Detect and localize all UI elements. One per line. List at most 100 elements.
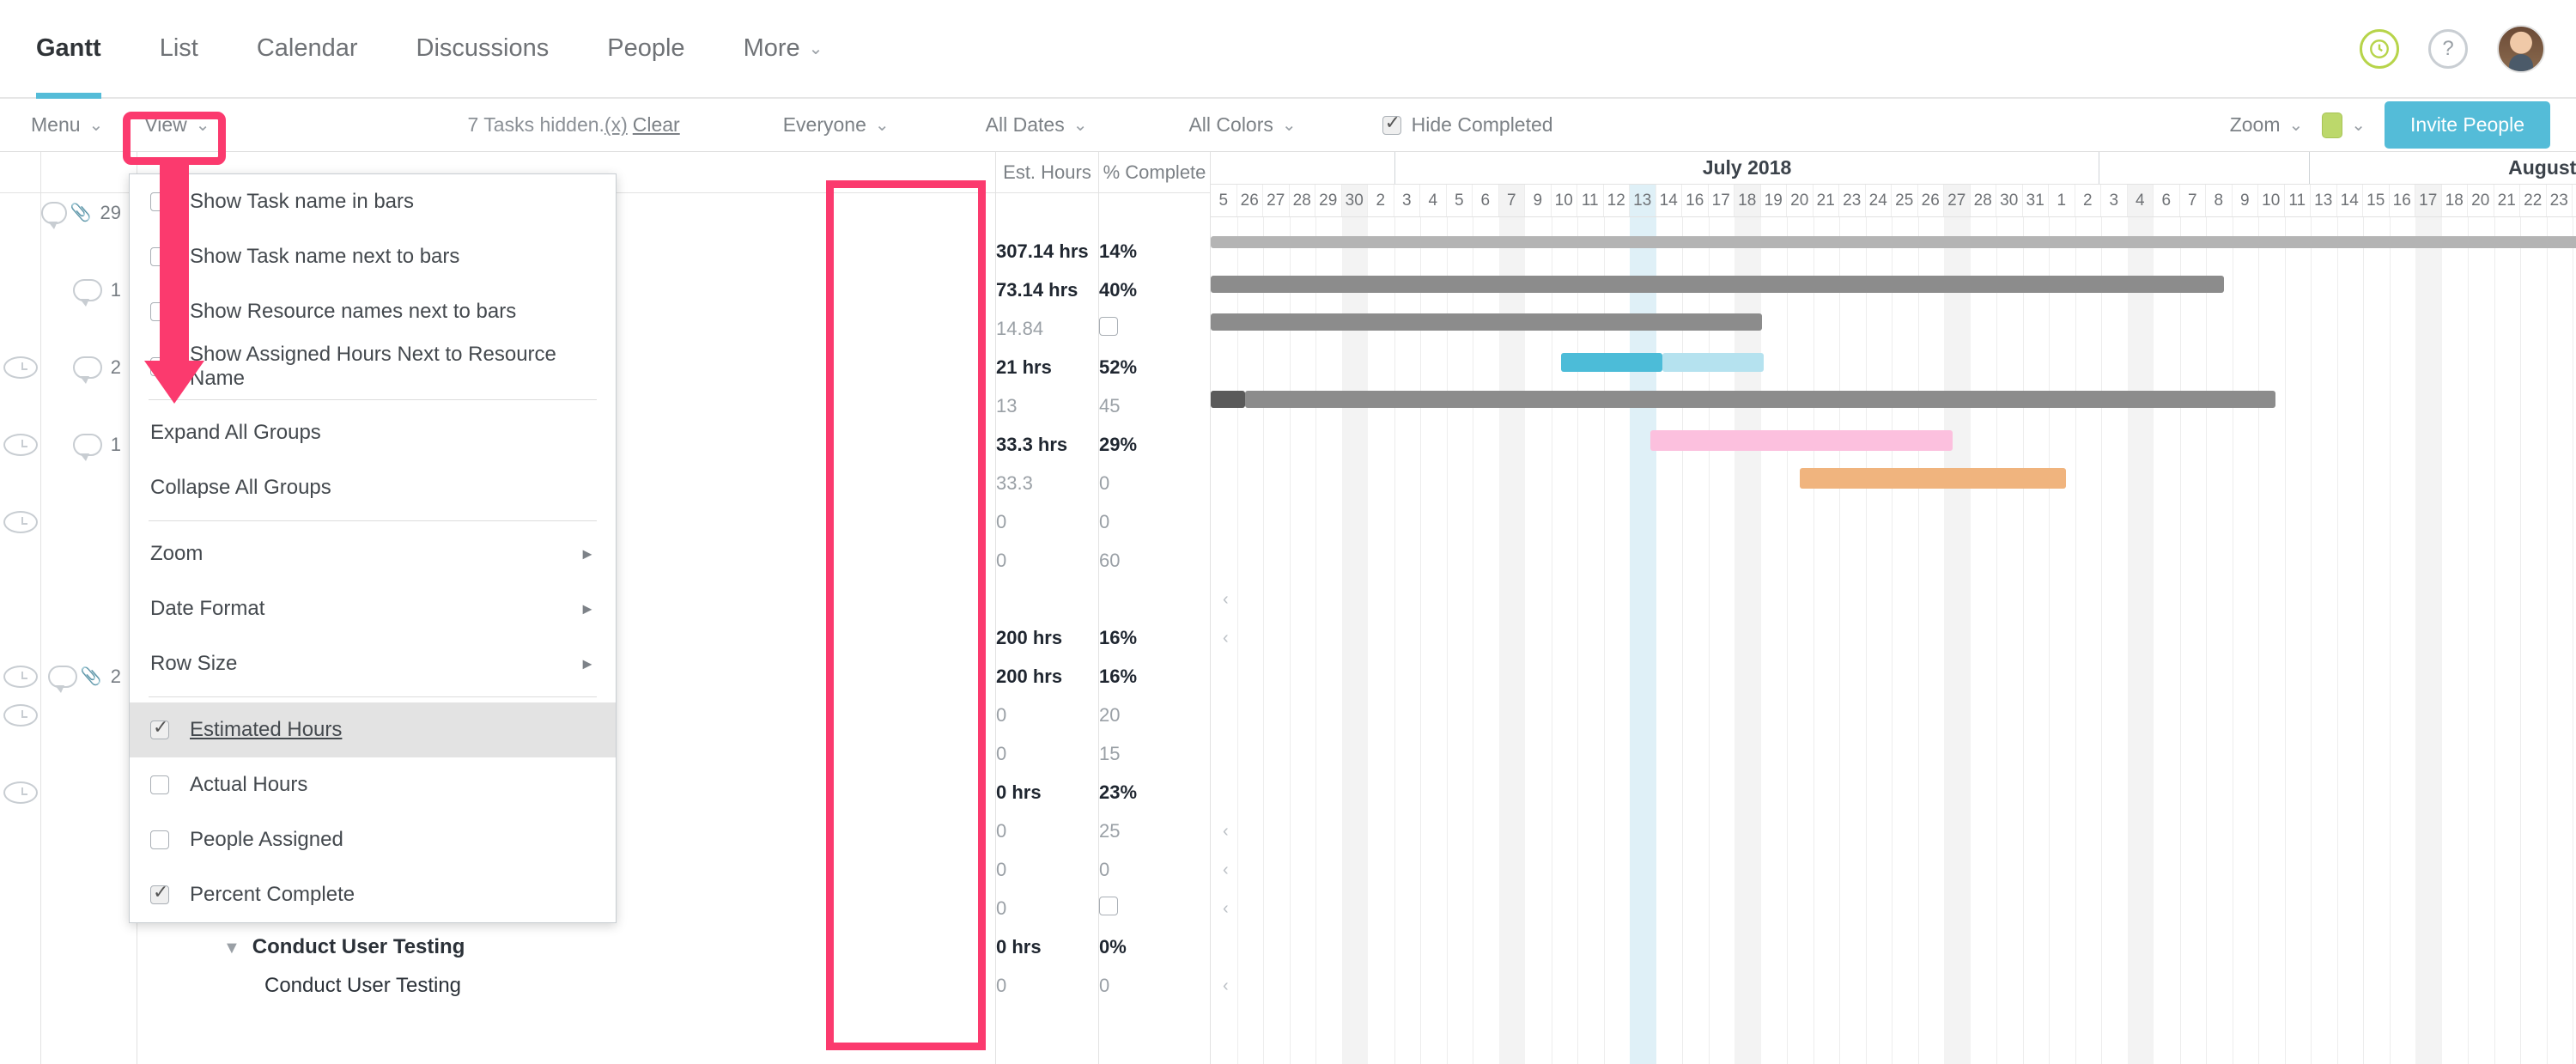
view-menu-checkbox[interactable] bbox=[150, 716, 169, 739]
tab-discussions[interactable]: Discussions bbox=[416, 0, 550, 97]
view-dropdown-menu[interactable]: Show Task name in bars Show Task name nex… bbox=[129, 173, 617, 923]
percent-complete-cell[interactable]: 0 bbox=[1099, 966, 1210, 1005]
view-menu-item[interactable]: Date Format ► bbox=[130, 581, 616, 636]
comments-cell[interactable]: 1 bbox=[41, 425, 137, 464]
view-dropdown[interactable]: View ⌄ bbox=[144, 113, 210, 137]
est-hours-cell[interactable]: 0 bbox=[996, 889, 1098, 927]
est-hours-cell[interactable]: 0 bbox=[996, 812, 1098, 850]
view-menu-item[interactable]: Show Resource names next to bars bbox=[130, 284, 616, 339]
gantt-row-collapse-marker[interactable]: ‹ bbox=[1223, 976, 1229, 996]
gantt-row-collapse-marker[interactable]: ‹ bbox=[1223, 860, 1229, 880]
percent-complete-cell[interactable] bbox=[1099, 193, 1210, 232]
gantt-bar[interactable] bbox=[1662, 353, 1764, 372]
est-hours-cell[interactable]: 200 hrs bbox=[996, 618, 1098, 657]
percent-complete-cell[interactable]: 40% bbox=[1099, 271, 1210, 309]
view-menu-checkbox[interactable] bbox=[150, 775, 169, 794]
est-hours-cell[interactable]: 0 bbox=[996, 696, 1098, 734]
gantt-row-collapse-marker[interactable]: ‹ bbox=[1223, 629, 1229, 648]
gantt-bar[interactable] bbox=[1211, 391, 1245, 408]
est-hours-cell[interactable]: 0 bbox=[996, 541, 1098, 580]
percent-complete-cell[interactable]: 0% bbox=[1099, 927, 1210, 966]
comments-cell[interactable]: 1 bbox=[41, 271, 137, 309]
avatar[interactable] bbox=[2497, 24, 2545, 73]
view-menu-item[interactable]: Expand All Groups bbox=[130, 405, 616, 460]
comments-cell[interactable]: 📎 2 bbox=[41, 657, 137, 696]
view-menu-item[interactable]: Show Task name next to bars bbox=[130, 229, 616, 284]
gantt-bar[interactable] bbox=[1211, 276, 2224, 293]
est-hours-cell[interactable]: 0 bbox=[996, 966, 1098, 1005]
percent-complete-cell[interactable]: 0 bbox=[1099, 850, 1210, 889]
zoom-dropdown[interactable]: Zoom ⌄ bbox=[2230, 113, 2304, 137]
percent-complete-cell[interactable] bbox=[1099, 309, 1210, 348]
percent-complete-cell[interactable]: 16% bbox=[1099, 657, 1210, 696]
view-menu-checkbox[interactable] bbox=[150, 247, 169, 266]
menu-dropdown[interactable]: Menu ⌄ bbox=[31, 113, 103, 137]
view-menu-item[interactable]: People Assigned bbox=[130, 812, 616, 867]
percent-complete-cell[interactable]: 23% bbox=[1099, 773, 1210, 812]
view-menu-item[interactable]: Percent Complete bbox=[130, 867, 616, 922]
percent-complete-cell[interactable]: 60 bbox=[1099, 541, 1210, 580]
est-hours-cell[interactable]: 73.14 hrs bbox=[996, 271, 1098, 309]
est-hours-cell[interactable]: 0 hrs bbox=[996, 773, 1098, 812]
assignee-filter[interactable]: Everyone ⌄ bbox=[783, 113, 890, 137]
gantt-bar[interactable] bbox=[1211, 313, 1762, 331]
gantt-bar[interactable] bbox=[1800, 468, 2066, 489]
gantt-timeline[interactable]: July 2018August 2018 5262728293023456791… bbox=[1211, 152, 2576, 1064]
timer-icon[interactable] bbox=[2360, 28, 2399, 69]
percent-complete-cell[interactable] bbox=[1099, 580, 1210, 618]
percent-complete-checkbox[interactable] bbox=[1099, 896, 1118, 915]
est-hours-cell[interactable]: 0 hrs bbox=[996, 927, 1098, 966]
percent-complete-cell[interactable]: 45 bbox=[1099, 386, 1210, 425]
color-swatch-dropdown[interactable]: ⌄ bbox=[2322, 112, 2366, 138]
view-menu-item[interactable]: Collapse All Groups bbox=[130, 460, 616, 515]
percent-complete-cell[interactable]: 0 bbox=[1099, 464, 1210, 502]
view-menu-checkbox[interactable] bbox=[150, 192, 169, 211]
hide-completed-toggle[interactable]: Hide Completed bbox=[1382, 112, 1553, 137]
clear-filter-link[interactable]: Clear bbox=[633, 113, 680, 137]
est-hours-cell[interactable]: 0 bbox=[996, 850, 1098, 889]
est-hours-cell[interactable]: 307.14 hrs bbox=[996, 232, 1098, 271]
est-hours-cell[interactable]: 0 bbox=[996, 502, 1098, 541]
view-menu-item[interactable]: Estimated Hours bbox=[130, 702, 616, 757]
view-menu-item[interactable]: Row Size ► bbox=[130, 636, 616, 691]
tab-gantt[interactable]: Gantt bbox=[36, 0, 101, 99]
tab-people[interactable]: People bbox=[607, 0, 684, 97]
percent-complete-cell[interactable]: 29% bbox=[1099, 425, 1210, 464]
view-menu-checkbox[interactable] bbox=[150, 830, 169, 849]
view-menu-item[interactable]: Show Task name in bars bbox=[130, 174, 616, 229]
percent-complete-cell[interactable]: 14% bbox=[1099, 232, 1210, 271]
est-hours-cell[interactable] bbox=[996, 580, 1098, 618]
percent-complete-cell[interactable]: 16% bbox=[1099, 618, 1210, 657]
help-icon[interactable]: ? bbox=[2428, 28, 2468, 69]
gantt-row-collapse-marker[interactable]: ‹ bbox=[1223, 822, 1229, 842]
est-hours-cell[interactable]: 33.3 bbox=[996, 464, 1098, 502]
est-hours-cell[interactable]: 0 bbox=[996, 734, 1098, 773]
percent-complete-cell[interactable]: 25 bbox=[1099, 812, 1210, 850]
percent-complete-cell[interactable] bbox=[1099, 889, 1210, 927]
clear-x-link[interactable]: (x) bbox=[605, 113, 628, 137]
view-menu-checkbox[interactable] bbox=[150, 881, 169, 904]
comments-cell[interactable]: 2 bbox=[41, 348, 137, 386]
est-hours-cell[interactable]: 200 hrs bbox=[996, 657, 1098, 696]
percent-complete-cell[interactable]: 15 bbox=[1099, 734, 1210, 773]
est-hours-cell[interactable]: 33.3 hrs bbox=[996, 425, 1098, 464]
view-menu-item[interactable]: Zoom ► bbox=[130, 526, 616, 581]
hide-completed-checkbox[interactable] bbox=[1382, 112, 1401, 135]
gantt-bar[interactable] bbox=[1245, 391, 2275, 408]
percent-complete-cell[interactable]: 0 bbox=[1099, 502, 1210, 541]
gantt-bars-area[interactable]: ‹ ‹ ‹ ‹ ‹ ‹ bbox=[1211, 217, 2576, 1064]
task-name-cell[interactable]: Conduct User Testing bbox=[137, 966, 995, 1005]
percent-complete-cell[interactable]: 20 bbox=[1099, 696, 1210, 734]
est-hours-cell[interactable]: 14.84 bbox=[996, 309, 1098, 348]
est-hours-cell[interactable]: 21 hrs bbox=[996, 348, 1098, 386]
gantt-row-collapse-marker[interactable]: ‹ bbox=[1223, 590, 1229, 610]
gantt-bar[interactable] bbox=[1211, 236, 2576, 248]
tab-more[interactable]: More ⌄ bbox=[744, 0, 823, 97]
tab-list[interactable]: List bbox=[160, 0, 198, 97]
color-filter[interactable]: All Colors ⌄ bbox=[1188, 113, 1296, 137]
tab-calendar[interactable]: Calendar bbox=[257, 0, 358, 97]
view-menu-checkbox[interactable] bbox=[150, 302, 169, 321]
view-menu-checkbox[interactable] bbox=[150, 357, 169, 376]
est-hours-cell[interactable] bbox=[996, 193, 1098, 232]
invite-people-button[interactable]: Invite People bbox=[2385, 101, 2550, 149]
